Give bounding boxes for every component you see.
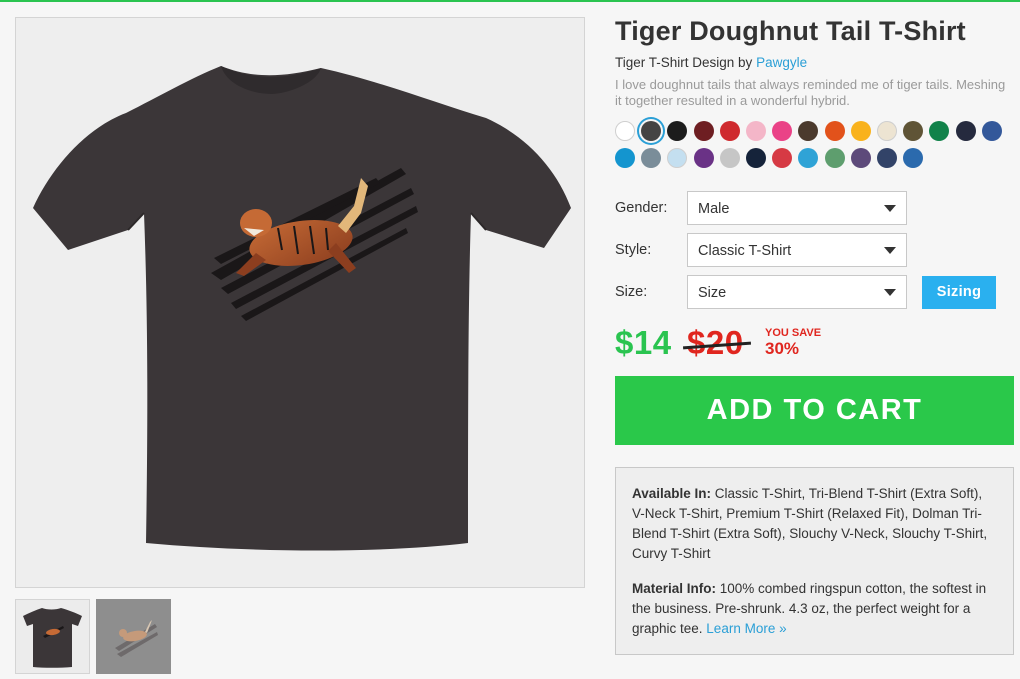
size-label: Size: [615,284,648,300]
color-swatch[interactable] [798,148,819,168]
color-swatch[interactable] [693,148,714,168]
color-swatch[interactable] [641,148,662,168]
color-swatch[interactable] [667,121,688,141]
you-save-label: YOU SAVE [765,327,822,339]
product-byline: Tiger T-Shirt Design by Pawgyle [615,55,807,70]
product-description: I love doughnut tails that always remind… [615,77,1006,108]
color-swatch[interactable] [877,121,897,141]
color-swatch[interactable] [772,121,793,141]
save-percent: 30% [765,339,800,358]
gender-select[interactable]: Male [687,191,907,225]
color-swatch[interactable] [877,148,897,168]
material-info: Material Info: 100% combed ringspun cott… [632,579,997,639]
sizing-button[interactable]: Sizing [922,276,996,309]
top-accent-line [0,0,1020,2]
chevron-down-icon [884,205,896,212]
available-in-label: Available In: [632,486,712,501]
product-info-box: Available In: Classic T-Shirt, Tri-Blend… [615,467,1014,655]
color-swatch[interactable] [955,121,976,141]
color-swatch[interactable] [641,121,662,141]
tshirt-body [33,66,571,551]
tshirt-illustration [33,66,571,551]
style-select-value: Classic T-Shirt [698,243,792,259]
learn-more-link[interactable]: Learn More » [706,621,786,636]
color-swatch[interactable] [850,121,871,141]
color-swatch[interactable] [903,121,924,141]
chevron-down-icon [884,247,896,254]
color-swatch[interactable] [929,121,950,141]
available-in-info: Available In: Classic T-Shirt, Tri-Blend… [632,484,997,564]
style-select[interactable]: Classic T-Shirt [687,233,907,267]
size-select-value: Size [698,285,727,301]
gender-select-value: Male [698,201,730,217]
add-to-cart-button[interactable]: ADD TO CART [615,376,1014,445]
product-title: Tiger Doughnut Tail T-Shirt [615,16,966,46]
color-swatch[interactable] [824,148,845,168]
style-label: Style: [615,242,652,258]
color-swatch[interactable] [850,148,871,168]
size-select[interactable]: Size [687,275,907,309]
color-swatch[interactable] [615,121,635,141]
thumbnail-shirt[interactable] [15,599,90,674]
byline-prefix: Tiger T-Shirt Design by [615,55,757,70]
color-swatch[interactable] [772,148,793,168]
chevron-down-icon [884,289,896,296]
color-swatch[interactable] [903,148,924,168]
color-swatch[interactable] [667,148,688,168]
color-swatch[interactable] [798,121,819,141]
product-main-image [15,17,585,588]
thumbnail-design[interactable] [96,599,171,674]
color-swatch[interactable] [824,121,845,141]
color-swatch[interactable] [719,121,740,141]
color-swatch[interactable] [981,121,1002,141]
gender-label: Gender: [615,200,668,216]
current-price: $14 [615,324,672,361]
artist-link[interactable]: Pawgyle [756,55,807,70]
color-swatch[interactable] [746,121,766,141]
color-swatch[interactable] [746,148,766,168]
color-swatch[interactable] [719,148,740,168]
color-swatch[interactable] [615,148,635,168]
material-info-label: Material Info: [632,581,717,596]
color-swatch[interactable] [693,121,714,141]
